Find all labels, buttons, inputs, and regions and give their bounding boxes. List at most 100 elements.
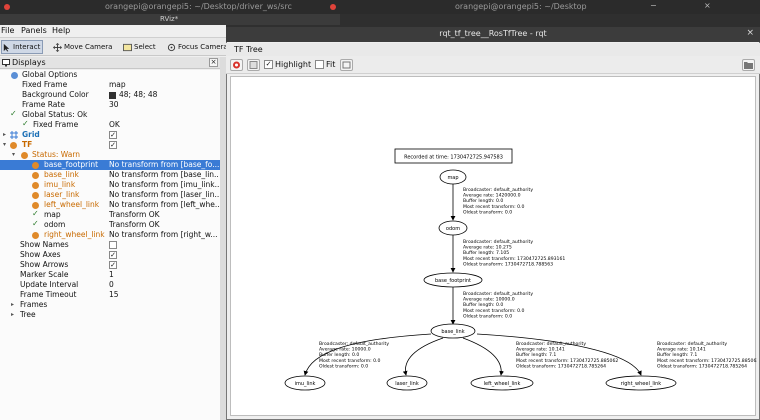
row-value[interactable]: 0 bbox=[109, 280, 219, 290]
tool-label: Move Camera bbox=[64, 43, 113, 51]
chevron-down-icon[interactable]: ▾ bbox=[12, 150, 15, 160]
highlight-checkbox[interactable]: ✓ bbox=[264, 60, 273, 69]
node-odom[interactable]: odom bbox=[438, 220, 468, 236]
row-value: No transform from [left_whe... bbox=[109, 200, 219, 209]
tree-row-tf[interactable]: ▾ TF ✓ bbox=[0, 140, 220, 150]
row-value[interactable]: map bbox=[109, 80, 219, 90]
row-value[interactable]: 15 bbox=[109, 290, 219, 300]
tree-row-right-wheel-link[interactable]: right_wheel_link No transform from [righ… bbox=[0, 230, 220, 240]
save-icon bbox=[249, 61, 258, 69]
tree-row-update-interval[interactable]: Update Interval 0 bbox=[0, 280, 220, 290]
open-folder-button[interactable] bbox=[742, 59, 755, 71]
background-terminal-titlebar[interactable]: orangepi@orangepi5: ~/Desktop − × bbox=[340, 0, 760, 14]
edge-label-line: Oldest transform: 0.0 bbox=[463, 313, 512, 319]
tree-row-frame-rate[interactable]: Frame Rate 30 bbox=[0, 100, 220, 110]
tree-row-fixed-frame-status[interactable]: ✓ Fixed Frame OK bbox=[0, 119, 220, 130]
grid-enabled-checkbox[interactable]: ✓ bbox=[109, 131, 117, 139]
edge-label-line: Average rate: 1420000.0 bbox=[463, 193, 521, 199]
close-icon[interactable] bbox=[4, 4, 10, 10]
row-value: No transform from [imu_link... bbox=[109, 180, 219, 189]
rviz-titlebar[interactable]: RViz* bbox=[0, 14, 340, 25]
select-icon bbox=[123, 43, 132, 51]
chevron-right-icon[interactable]: ▸ bbox=[11, 310, 14, 320]
edge-label-base-footprint-base-link: Broadcaster: default_authorityAverage ra… bbox=[463, 291, 533, 319]
edge-label-line: Broadcaster: default_authority bbox=[657, 341, 727, 347]
tree-row-show-axes[interactable]: Show Axes ✓ bbox=[0, 250, 220, 260]
row-value: Transform OK bbox=[109, 210, 160, 219]
show-arrows-checkbox[interactable]: ✓ bbox=[109, 261, 117, 269]
tree-row-global-options[interactable]: Global Options bbox=[0, 70, 220, 80]
menu-help[interactable]: Help bbox=[52, 26, 70, 35]
refresh-button[interactable] bbox=[230, 59, 243, 71]
tree-row-marker-scale[interactable]: Marker Scale 1 bbox=[0, 270, 220, 280]
tree-row-show-arrows[interactable]: Show Arrows ✓ bbox=[0, 260, 220, 270]
fit-in-view-button[interactable] bbox=[340, 59, 353, 71]
move-camera-tool-button[interactable]: Move Camera bbox=[53, 40, 112, 54]
node-label: map bbox=[447, 175, 458, 181]
tree-row-grid[interactable]: ▸ Grid ✓ bbox=[0, 130, 220, 140]
tree-row-status-warn[interactable]: ▾ Status: Warn bbox=[0, 150, 220, 160]
tf-graph-canvas[interactable]: Recorded at time: 1730472725.947583 map … bbox=[230, 76, 757, 417]
tree-row-laser-link[interactable]: laser_link No transform from [laser_lin.… bbox=[0, 190, 220, 200]
close-panel-button[interactable]: × bbox=[209, 58, 218, 67]
node-laser-link[interactable]: laser_link bbox=[386, 375, 428, 391]
tree-row-odom[interactable]: ✓ odom Transform OK bbox=[0, 219, 220, 230]
tf-enabled-checkbox[interactable]: ✓ bbox=[109, 141, 117, 149]
tree-row-global-status[interactable]: ✓ Global Status: Ok bbox=[0, 109, 220, 120]
edge-label-line: Broadcaster: default_authority bbox=[463, 239, 533, 245]
tree-row-imu-link[interactable]: imu_link No transform from [imu_link... bbox=[0, 180, 220, 190]
row-value: No transform from [right_w... bbox=[109, 230, 218, 239]
rqt-titlebar[interactable]: rqt_tf_tree__RosTfTree - rqt × bbox=[226, 27, 760, 42]
focus-camera-tool-button[interactable]: Focus Camera bbox=[167, 40, 228, 54]
node-label: right_wheel_link bbox=[621, 381, 661, 387]
row-label: Status: Warn bbox=[32, 150, 81, 159]
edge-label-line: Oldest transform: 0.0 bbox=[463, 209, 512, 215]
row-value[interactable]: 30 bbox=[109, 100, 219, 110]
refresh-icon bbox=[233, 61, 240, 69]
chevron-right-icon[interactable]: ▸ bbox=[11, 300, 14, 310]
background-terminal-titlebar[interactable]: orangepi@orangepi5: ~/Desktop/driver_ws/… bbox=[0, 0, 340, 14]
edge-label-base-link-imu-link: Broadcaster: default_authorityAverage ra… bbox=[319, 341, 389, 369]
panel-title: Displays bbox=[12, 58, 46, 67]
menu-panels[interactable]: Panels bbox=[21, 26, 47, 35]
tree-row-frame-timeout[interactable]: Frame Timeout 15 bbox=[0, 290, 220, 300]
node-left-wheel-link[interactable]: left_wheel_link bbox=[470, 375, 534, 391]
close-icon[interactable]: × bbox=[746, 28, 754, 38]
row-label: Frame Rate bbox=[22, 100, 65, 109]
tree-row-base-footprint[interactable]: base_footprint No transform from [base_f… bbox=[0, 160, 220, 170]
fit-view-icon bbox=[342, 61, 351, 69]
close-icon[interactable]: × bbox=[704, 1, 711, 10]
save-button[interactable] bbox=[247, 59, 260, 71]
tree-row-background-color[interactable]: Background Color 48; 48; 48 bbox=[0, 90, 220, 100]
chevron-down-icon[interactable]: ▾ bbox=[3, 140, 6, 150]
tree-row-fixed-frame[interactable]: Fixed Frame map bbox=[0, 80, 220, 90]
chevron-right-icon[interactable]: ▸ bbox=[3, 130, 6, 140]
show-axes-checkbox[interactable]: ✓ bbox=[109, 251, 117, 259]
row-value[interactable]: 48; 48; 48 bbox=[119, 90, 229, 100]
node-base-footprint[interactable]: base_footprint bbox=[423, 272, 483, 288]
node-right-wheel-link[interactable]: right_wheel_link bbox=[605, 375, 677, 391]
select-tool-button[interactable]: Select bbox=[123, 40, 156, 54]
node-label: base_footprint bbox=[435, 278, 471, 284]
edge-label-line: Average rate: 10000.0 bbox=[463, 297, 515, 303]
row-label: Tree bbox=[20, 310, 36, 319]
tree-row-tree[interactable]: ▸ Tree bbox=[0, 310, 220, 320]
minimize-icon[interactable]: − bbox=[650, 1, 657, 10]
fit-checkbox[interactable] bbox=[315, 60, 324, 69]
row-value[interactable]: 1 bbox=[109, 270, 219, 280]
menu-file[interactable]: File bbox=[1, 26, 14, 35]
show-names-checkbox[interactable] bbox=[109, 241, 117, 249]
node-map[interactable]: map bbox=[439, 169, 467, 185]
node-imu-link[interactable]: imu_link bbox=[284, 375, 326, 391]
row-label: odom bbox=[44, 220, 66, 229]
node-base-link[interactable]: base_link bbox=[430, 323, 476, 339]
tf-graph[interactable]: Recorded at time: 1730472725.947583 map … bbox=[231, 77, 757, 417]
close-icon[interactable] bbox=[330, 4, 336, 10]
row-label: Fixed Frame bbox=[22, 80, 68, 89]
tree-row-base-link[interactable]: base_link No transform from [base_lin... bbox=[0, 170, 220, 180]
color-swatch[interactable] bbox=[109, 92, 116, 99]
interact-tool-button[interactable]: Interact bbox=[1, 40, 43, 54]
tree-row-frames[interactable]: ▸ Frames bbox=[0, 300, 220, 310]
tree-row-show-names[interactable]: Show Names bbox=[0, 240, 220, 250]
edge-label-line: Broadcaster: default_authority bbox=[516, 341, 586, 347]
